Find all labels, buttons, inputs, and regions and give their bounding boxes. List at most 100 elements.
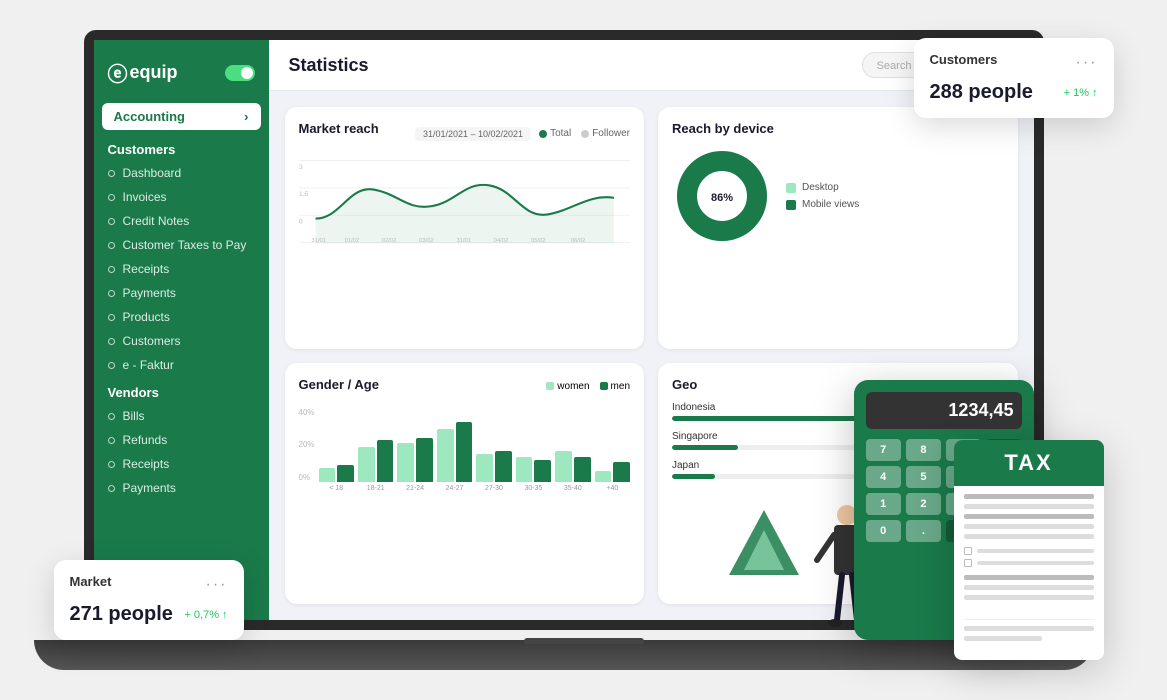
legend-total-label: Total	[550, 128, 571, 139]
sidebar-item-label: Receipts	[123, 457, 170, 471]
market-reach-title: Market reach	[299, 121, 379, 136]
y-label: 0%	[299, 473, 315, 482]
y-axis: 40% 20% 0%	[299, 408, 315, 482]
bar-women	[516, 457, 533, 482]
x-label: 18-21	[358, 485, 393, 492]
market-change: + 0,7% ↑	[184, 609, 227, 621]
sidebar-item-label: Receipts	[123, 262, 170, 276]
calc-btn-2: 2	[906, 493, 941, 515]
dot-icon	[108, 362, 115, 369]
chart-legend: Total Follower	[539, 128, 630, 139]
bar-men	[377, 440, 394, 482]
dot-icon	[108, 413, 115, 420]
bar-men	[337, 465, 354, 482]
customers-card-bottom: 288 people + 1% ↑	[930, 81, 1098, 104]
sidebar-item-label: Payments	[123, 481, 176, 495]
sidebar-item-invoices[interactable]: Invoices	[94, 185, 269, 209]
logo-icon: ⓔ	[108, 58, 128, 87]
geo-bar-fill	[672, 445, 738, 450]
men-color	[600, 382, 608, 390]
bar-men	[613, 462, 630, 482]
women-legend: women	[546, 381, 589, 392]
women-label: women	[557, 381, 589, 392]
svg-text:05/02: 05/02	[531, 238, 546, 244]
sidebar-item-label: Refunds	[123, 433, 168, 447]
tax-checkbox-line	[977, 561, 1094, 565]
sidebar-item-label: Payments	[123, 286, 176, 300]
calc-btn-8: 8	[906, 439, 941, 461]
gender-legend: women men	[546, 381, 630, 392]
total-dot	[539, 130, 547, 138]
legend-follower-label: Follower	[592, 128, 630, 139]
bar-women	[397, 443, 414, 482]
customers-card-menu[interactable]: ···	[1076, 54, 1098, 72]
sidebar-item-customers[interactable]: Customers	[94, 329, 269, 353]
bar-women	[319, 468, 336, 482]
market-card-title: Market	[70, 574, 112, 589]
bar-men	[416, 438, 433, 482]
dot-icon	[108, 461, 115, 468]
sidebar-item-vendor-receipts[interactable]: Receipts	[94, 452, 269, 476]
tax-checkbox-line	[977, 549, 1094, 553]
calc-btn-1: 1	[866, 493, 901, 515]
sidebar-item-customer-taxes[interactable]: Customer Taxes to Pay	[94, 233, 269, 257]
line-chart-svg: 3 1,5 0 31/01 01/02 02/02 03/02	[299, 152, 631, 252]
app-logo: ⓔ equip	[108, 58, 178, 87]
customers-section-label: Customers	[94, 134, 269, 161]
sidebar-item-bills[interactable]: Bills	[94, 404, 269, 428]
tax-checkbox	[964, 547, 972, 555]
page-title: Statistics	[289, 55, 369, 76]
sidebar-item-payments[interactable]: Payments	[94, 281, 269, 305]
svg-text:0: 0	[299, 219, 303, 226]
chevron-right-icon: ›	[244, 109, 248, 124]
bar-men	[456, 422, 473, 482]
line-chart: 3 1,5 0 31/01 01/02 02/02 03/02	[299, 152, 631, 252]
dot-icon	[108, 242, 115, 249]
svg-text:02/02: 02/02	[381, 238, 396, 244]
x-label: < 18	[319, 485, 354, 492]
geo-country: Indonesia	[672, 402, 715, 413]
market-card-menu[interactable]: ···	[206, 576, 228, 594]
sidebar-item-efaktur[interactable]: e - Faktur	[94, 353, 269, 377]
vendors-section-label: Vendors	[94, 377, 269, 404]
bar-men	[495, 451, 512, 482]
bar-group-3035	[516, 457, 551, 482]
x-label: +40	[595, 485, 630, 492]
svg-text:01/02: 01/02	[344, 238, 359, 244]
sidebar-item-receipts[interactable]: Receipts	[94, 257, 269, 281]
arrow-up-icon: ↑	[1092, 87, 1098, 99]
accounting-tab[interactable]: Accounting ›	[102, 103, 261, 130]
bars-area: < 18 18-21 21-24 24-27 27-30 30-35 35-40…	[319, 408, 630, 492]
sidebar-item-credit-notes[interactable]: Credit Notes	[94, 209, 269, 233]
sidebar-item-label: e - Faktur	[123, 358, 174, 372]
tax-checkbox	[964, 559, 972, 567]
sidebar-item-label: Products	[123, 310, 170, 324]
signature-area	[964, 619, 1094, 641]
reach-by-device-card: Reach by device 86%	[658, 107, 1018, 349]
sidebar-item-refunds[interactable]: Refunds	[94, 428, 269, 452]
tax-line	[964, 534, 1094, 539]
dot-icon	[108, 170, 115, 177]
bar-group-3540	[555, 451, 590, 482]
donut-chart: 86%	[672, 146, 772, 246]
tax-line	[964, 514, 1094, 519]
donut-container: 86% Desktop Mobile views	[672, 146, 1004, 246]
legend-follower: Follower	[581, 128, 630, 139]
x-label: 27-30	[476, 485, 511, 492]
x-labels: < 18 18-21 21-24 24-27 27-30 30-35 35-40…	[319, 485, 630, 492]
bar-chart-wrapper: 40% 20% 0%	[299, 408, 631, 492]
sidebar-item-vendor-payments[interactable]: Payments	[94, 476, 269, 500]
sidebar-item-label: Customers	[123, 334, 181, 348]
bar-women	[437, 429, 454, 482]
sidebar-item-dashboard[interactable]: Dashboard	[94, 161, 269, 185]
customers-change: + 1% ↑	[1064, 87, 1098, 99]
gender-age-title: Gender / Age	[299, 377, 379, 392]
floating-market-header: Market ···	[70, 574, 228, 595]
sidebar-toggle[interactable]	[225, 65, 255, 81]
sidebar-logo: ⓔ equip	[94, 40, 269, 99]
x-label: 30-35	[516, 485, 551, 492]
desktop-label: Desktop	[802, 182, 839, 193]
svg-text:31/01: 31/01	[311, 238, 326, 244]
sidebar-item-products[interactable]: Products	[94, 305, 269, 329]
bar-group-plus40	[595, 462, 630, 482]
